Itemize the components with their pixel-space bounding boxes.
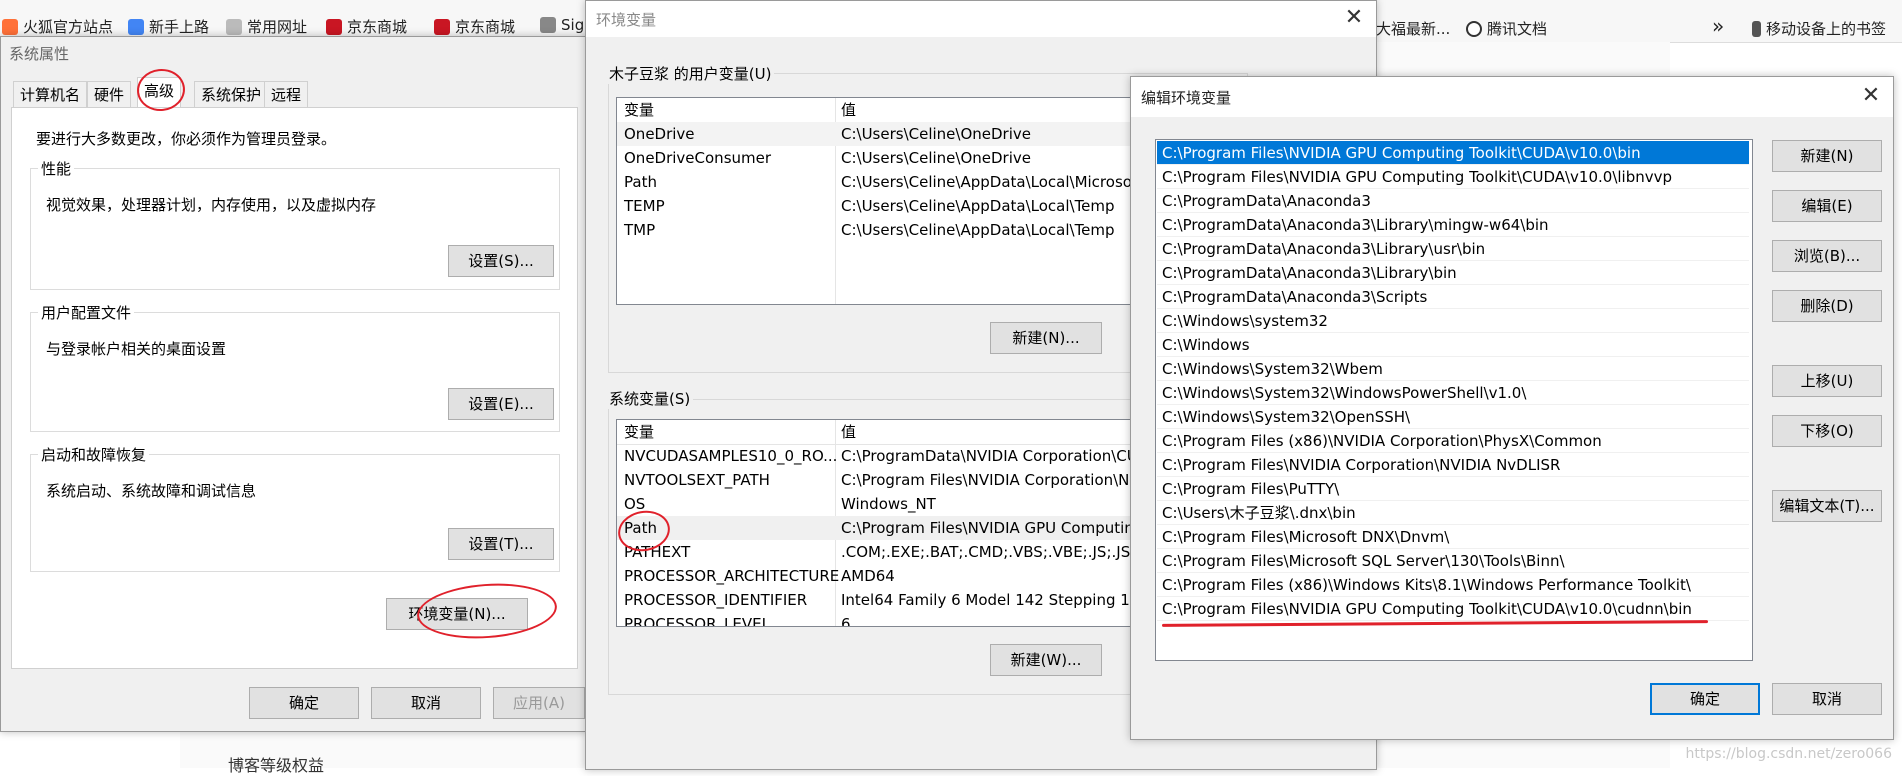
bookmark-item[interactable]: 火狐官方站点 [2,16,113,37]
list-item[interactable]: C:\Windows\System32\WindowsPowerShell\v1… [1157,381,1749,405]
cancel-button[interactable]: 取消 [1772,683,1882,715]
tab-system-protection[interactable]: 系统保护 [194,81,269,108]
performance-desc: 视觉效果，处理器计划，内存使用，以及虚拟内存 [46,196,377,214]
list-item[interactable]: C:\Program Files (x86)\Windows Kits\8.1\… [1157,573,1749,597]
window-title: 编辑环境变量 [1141,89,1232,107]
user-profiles-desc: 与登录帐户相关的桌面设置 [46,340,227,358]
column-header-variable[interactable]: 变量 [624,420,654,444]
list-item[interactable]: C:\Program Files\PuTTY\ [1157,477,1749,501]
list-item[interactable]: C:\ProgramData\Anaconda3\Library\mingw-w… [1157,213,1749,237]
path-list: C:\Program Files\NVIDIA GPU Computing To… [1155,139,1753,661]
startup-recovery-settings-button[interactable]: 设置(T)... [448,528,554,560]
startup-recovery-legend: 启动和故障恢复 [38,444,150,465]
list-item[interactable]: C:\Program Files (x86)\NVIDIA Corporatio… [1157,429,1749,453]
list-item[interactable]: C:\ProgramData\Anaconda3\Library\bin [1157,261,1749,285]
delete-button[interactable]: 删除(D) [1772,290,1882,322]
bookmark-item[interactable]: 京东商城 [434,16,515,37]
move-down-button[interactable]: 下移(O) [1772,415,1882,447]
user-variables-legend: 木子豆浆 的用户变量(U) [606,63,775,84]
column-header-variable[interactable]: 变量 [624,98,654,122]
user-profiles-legend: 用户配置文件 [38,302,135,323]
bookmark-item[interactable]: 腾讯文档 [1466,18,1547,39]
list-item[interactable]: C:\Program Files\Microsoft SQL Server\13… [1157,549,1749,573]
mobile-icon [1752,21,1761,37]
bookmark-item[interactable]: 新手上路 [128,16,209,37]
list-item[interactable]: C:\Program Files\NVIDIA GPU Computing To… [1157,141,1749,165]
list-item[interactable]: C:\Program Files\NVIDIA Corporation\NVID… [1157,453,1749,477]
list-item[interactable]: C:\ProgramData\Anaconda3\Library\usr\bin [1157,237,1749,261]
jd-icon [326,19,342,35]
list-item[interactable]: C:\ProgramData\Anaconda3 [1157,189,1749,213]
folder-icon [226,19,242,35]
bookmark-item[interactable]: 京东商城 [326,16,407,37]
edit-button[interactable]: 编辑(E) [1772,190,1882,222]
performance-legend: 性能 [38,158,75,179]
browse-button[interactable]: 浏览(B)... [1772,240,1882,272]
title-bar: 环境变量 ✕ [586,1,1376,37]
cancel-button[interactable]: 取消 [371,687,481,719]
column-header-value[interactable]: 值 [841,420,856,444]
firefox-icon [2,19,18,35]
list-item[interactable]: C:\Program Files\NVIDIA GPU Computing To… [1157,165,1749,189]
new-button[interactable]: 新建(N) [1772,140,1882,172]
user-new-button[interactable]: 新建(N)... [990,322,1102,354]
watermark: https://blog.csdn.net/zero066 [1685,746,1892,762]
edit-environment-variable-window: 编辑环境变量 ✕ C:\Program Files\NVIDIA GPU Com… [1130,76,1894,740]
edit-text-button[interactable]: 编辑文本(T)... [1772,490,1882,522]
close-icon[interactable]: ✕ [1342,5,1366,30]
list-item[interactable]: C:\Windows\system32 [1157,309,1749,333]
close-icon[interactable]: ✕ [1859,83,1883,108]
title-bar: 编辑环境变量 ✕ [1131,77,1893,117]
list-item[interactable]: C:\Windows\System32\OpenSSH\ [1157,405,1749,429]
apply-button[interactable]: 应用(A) [493,687,585,719]
list-item[interactable]: C:\Windows [1157,333,1749,357]
list-item[interactable]: C:\Program Files\NVIDIA GPU Computing To… [1157,597,1749,621]
tab-hardware[interactable]: 硬件 [87,81,132,108]
ok-button[interactable]: 确定 [1650,683,1760,715]
performance-settings-button[interactable]: 设置(S)... [448,245,554,277]
more-bookmarks-icon[interactable]: » [1712,14,1724,38]
admin-note: 要进行大多数更改，你必须作为管理员登录。 [36,130,337,148]
globe-icon [1466,21,1482,37]
list-item[interactable]: C:\ProgramData\Anaconda3\Scripts [1157,285,1749,309]
list-item[interactable]: C:\Program Files\Microsoft DNX\Dnvm\ [1157,525,1749,549]
list-item[interactable]: C:\Windows\System32\Wbem [1157,357,1749,381]
window-title: 系统属性 [9,45,70,63]
tab-remote[interactable]: 远程 [264,81,309,108]
bookmark-item[interactable]: 大福最新... [1376,18,1450,39]
move-up-button[interactable]: 上移(U) [1772,365,1882,397]
window-title: 环境变量 [596,11,657,29]
jd-icon [434,19,450,35]
list-item[interactable]: C:\Users\木子豆浆\.dnx\bin [1157,501,1749,525]
page-text: 博客等级权益 [228,756,325,775]
system-properties-window: 系统属性 计算机名 硬件 高级 系统保护 远程 要进行大多数更改，你必须作为管理… [0,36,588,732]
globe-icon [128,19,144,35]
bookmark-item[interactable]: 常用网址 [226,16,307,37]
mobile-bookmarks[interactable]: 移动设备上的书签 [1752,18,1886,39]
user-profiles-settings-button[interactable]: 设置(E)... [448,388,554,420]
system-variables-legend: 系统变量(S) [606,388,694,409]
annotation-underline [1161,620,1709,627]
tab-computer-name[interactable]: 计算机名 [13,81,88,108]
globe-icon [540,17,556,33]
column-header-value[interactable]: 值 [841,98,856,122]
system-new-button[interactable]: 新建(W)... [990,644,1102,676]
ok-button[interactable]: 确定 [249,687,359,719]
startup-recovery-desc: 系统启动、系统故障和调试信息 [46,482,257,500]
